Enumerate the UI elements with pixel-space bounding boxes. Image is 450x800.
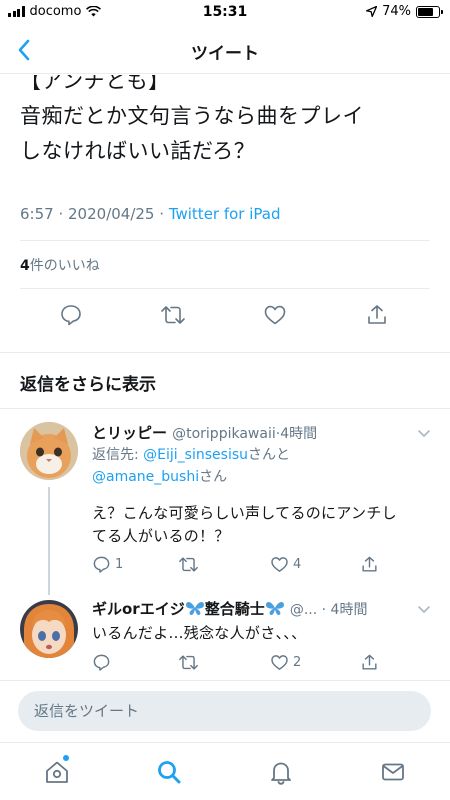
reply-1-reply-to: 返信先: @Eiji_sinsesisuさんと @amane_bushiさん [92,447,291,485]
reply-2-handle[interactable]: @... [290,602,317,618]
reply-button[interactable] [56,300,86,330]
like-icon [264,305,286,325]
reply-2-share-button[interactable] [360,652,379,672]
tweet-time: 6:57 [20,205,54,223]
like-icon [271,654,288,670]
butterfly-icon [265,601,284,616]
share-icon [362,654,377,670]
reply-2-retweet-button[interactable] [178,652,203,672]
cat-avatar-image [20,422,78,480]
tab-notifications[interactable] [266,757,296,787]
tweet-date: 2020/04/25 [68,205,155,223]
divider [0,408,450,409]
page-title: ツイート [191,44,259,64]
bottom-tab-bar [0,742,450,800]
location-icon [366,6,378,17]
likes-label: 件のいいね [29,258,100,274]
chevron-down-icon[interactable] [416,425,432,441]
reply-2-header: ギルorエイジ 整合騎士 @... · 4時間 [92,600,368,618]
tab-home[interactable] [42,757,72,787]
reply-2-time: 4時間 [330,602,368,618]
reply-1-header: とリッピー @torippikawaii·4時間 [92,424,318,442]
like-count: 4 [293,556,302,572]
nav-bar: ツイート [0,26,450,74]
reply-2-author-name[interactable]: ギルorエイジ 整合騎士 [92,600,285,618]
home-icon [46,761,68,783]
home-notification-dot [63,755,69,761]
messages-icon [382,763,404,781]
likes-summary[interactable]: 4件のいいね [20,255,100,275]
tweet-text: 音痴だとか文句言うなら曲をプレイ しなければいい話だろ？ [20,104,364,163]
reply-icon [93,556,110,573]
reply-1-time: 4時間 [280,426,318,442]
reply-1-reply-button[interactable]: 1 [92,554,123,574]
tab-messages[interactable] [378,757,408,787]
divider [20,240,430,241]
reply-2-reply-button[interactable] [92,652,115,672]
section-divider [0,352,450,353]
likes-count: 4 [20,258,30,274]
mention-link[interactable]: @Eiji_sinsesisu [143,447,248,463]
thread-line [48,487,50,595]
notifications-icon [271,762,291,785]
battery-icon [416,5,443,18]
reply-input[interactable] [18,691,431,731]
tweet-body-clip: 【アンチとも】 音痴だとか文句言うなら曲をプレイ しなければいい話だろ？ [0,75,450,215]
reply-icon [61,305,81,326]
reply-1-text: え？こんな可愛らしい声してるのにアンチし てる人がいるの！？ [92,504,397,545]
reply-1-like-button[interactable]: 4 [270,554,301,574]
reply-1-author-name[interactable]: とリッピー [92,424,167,442]
reply-2-text: いるんだよ...残念な人がさ、、、 [92,624,307,642]
retweet-icon [179,556,198,572]
reply-icon [93,654,110,671]
battery-fill [418,7,433,16]
reply-1-retweet-button[interactable] [178,554,203,574]
chevron-down-icon[interactable] [416,601,432,617]
divider [20,288,430,289]
like-count: 2 [293,654,302,670]
retweet-button[interactable] [158,300,188,330]
reply-1-share-button[interactable] [360,554,379,574]
mention-link[interactable]: @amane_bushi [92,469,199,485]
share-icon [368,305,386,324]
like-icon [271,556,288,572]
reply-compose-box[interactable] [18,691,431,731]
anime-avatar-image [20,600,78,658]
show-more-replies[interactable]: 返信をさらに表示 [20,370,156,395]
avatar-reply-2[interactable] [20,600,78,658]
tweet-text-top-partial: 【アンチとも】 [20,75,170,93]
battery-percent: 74% [382,4,411,19]
share-icon [362,556,377,572]
search-icon [158,761,181,784]
avatar-reply-1[interactable] [20,422,78,480]
reply-1-handle[interactable]: @torippikawaii [172,426,276,442]
butterfly-icon [185,601,204,616]
like-button[interactable] [260,300,290,330]
reply-2-like-button[interactable]: 2 [270,652,301,672]
tweet-source-link[interactable]: Twitter for iPad [169,205,281,223]
retweet-icon [161,306,185,324]
tweet-meta: 6:57 · 2020/04/25 · Twitter for iPad [20,205,281,223]
reply-to-label: 返信先: [92,447,144,463]
retweet-icon [179,654,198,670]
reply-count: 1 [115,556,124,572]
divider [0,680,450,681]
tab-search[interactable] [154,757,184,787]
status-bar: docomo 15:31 74% [0,0,450,26]
status-right: 74% [366,4,443,19]
share-button[interactable] [362,300,392,330]
